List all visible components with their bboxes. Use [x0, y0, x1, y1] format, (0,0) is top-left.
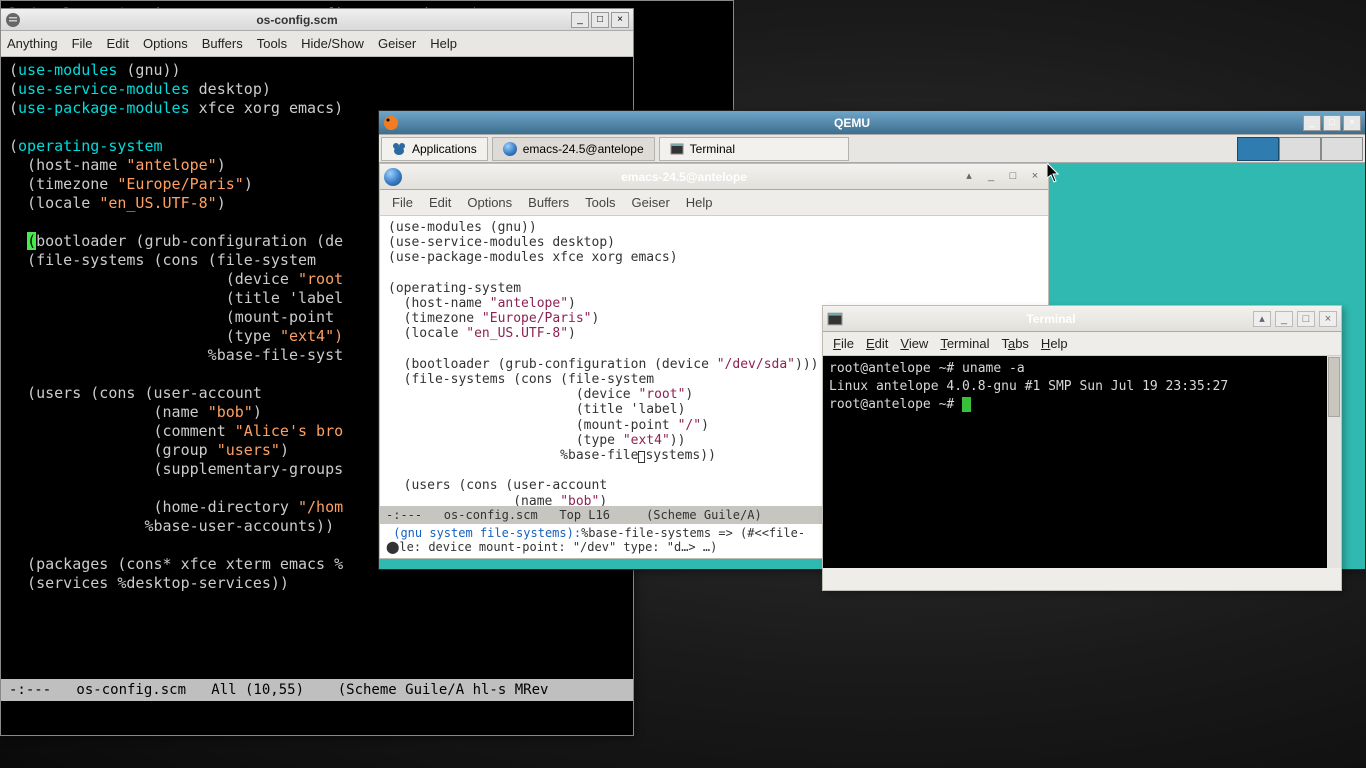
menu-help[interactable]: Help: [430, 36, 457, 51]
maximize-button[interactable]: □: [1297, 311, 1315, 327]
taskbar-item-emacs[interactable]: emacs-24.5@antelope: [492, 137, 655, 161]
menu-options[interactable]: Options: [143, 36, 188, 51]
terminal-scrollbar[interactable]: [1327, 356, 1341, 568]
menu-help[interactable]: Help: [686, 195, 713, 210]
maximize-button[interactable]: □: [1004, 169, 1022, 185]
menu-options[interactable]: Options: [467, 195, 512, 210]
qemu-titlebar[interactable]: QEMU _ □ ×: [379, 111, 1365, 135]
menu-file[interactable]: File: [392, 195, 413, 210]
close-button[interactable]: ×: [1343, 115, 1361, 131]
emacs-host-menubar: Anything File Edit Options Buffers Tools…: [1, 31, 633, 57]
minimize-button[interactable]: _: [571, 12, 589, 28]
menu-edit[interactable]: Edit: [107, 36, 129, 51]
qemu-title: QEMU: [403, 116, 1301, 130]
menu-hideshow[interactable]: Hide/Show: [301, 36, 364, 51]
menu-geiser[interactable]: Geiser: [378, 36, 416, 51]
maximize-button[interactable]: □: [1323, 115, 1341, 131]
applications-label: Applications: [412, 142, 477, 156]
emacs-host-titlebar[interactable]: os-config.scm _ □ ×: [1, 9, 633, 31]
menu-tabs[interactable]: Tabs: [1001, 336, 1028, 351]
menu-file[interactable]: File: [833, 336, 854, 351]
minimize-button[interactable]: _: [1303, 115, 1321, 131]
menu-file[interactable]: File: [72, 36, 93, 51]
qemu-desktop[interactable]: Applications emacs-24.5@antelope Termina…: [379, 135, 1365, 569]
terminal-vm-titlebar[interactable]: Terminal ▴ _ □ ×: [823, 306, 1341, 332]
emacs-host-modeline: -:--- os-config.scm All (10,55) (Scheme …: [1, 679, 633, 701]
menu-tools[interactable]: Tools: [585, 195, 615, 210]
emacs-host-minibuffer[interactable]: [1, 701, 633, 735]
terminal-icon: [827, 311, 843, 327]
globe-icon: [503, 142, 517, 156]
maximize-button[interactable]: □: [591, 12, 609, 28]
workspace-pager[interactable]: [1237, 137, 1363, 161]
menu-anything[interactable]: Anything: [7, 36, 58, 51]
qemu-app-icon: [383, 115, 399, 131]
terminal-icon: [670, 142, 684, 156]
menu-tools[interactable]: Tools: [257, 36, 287, 51]
workspace-1[interactable]: [1237, 137, 1279, 161]
taskbar-item-label: emacs-24.5@antelope: [523, 142, 644, 156]
xfce-panel: Applications emacs-24.5@antelope Termina…: [379, 135, 1365, 163]
roll-up-button[interactable]: ▴: [960, 169, 978, 185]
taskbar-item-terminal[interactable]: Terminal: [659, 137, 849, 161]
qemu-window: QEMU _ □ × Applications emacs-24.5@antel…: [378, 110, 1366, 570]
workspace-3[interactable]: [1321, 137, 1363, 161]
emacs-vm-titlebar[interactable]: emacs-24.5@antelope ▴ _ □ ×: [380, 164, 1048, 190]
emacs-host-cursor: (: [27, 232, 36, 250]
close-button[interactable]: ×: [1026, 169, 1044, 185]
window-menu-icon[interactable]: [5, 12, 21, 28]
xfce-mouse-icon: [392, 142, 406, 156]
globe-icon: [384, 168, 402, 186]
terminal-vm-window: Terminal ▴ _ □ × File Edit View Terminal…: [822, 305, 1342, 591]
menu-help[interactable]: Help: [1041, 336, 1068, 351]
applications-menu-button[interactable]: Applications: [381, 137, 488, 161]
menu-buffers[interactable]: Buffers: [202, 36, 243, 51]
emacs-host-title: os-config.scm: [25, 13, 569, 27]
menu-view[interactable]: View: [900, 336, 928, 351]
terminal-vm-cursor: [962, 397, 971, 412]
workspace-2[interactable]: [1279, 137, 1321, 161]
taskbar-item-label: Terminal: [690, 142, 735, 156]
menu-edit[interactable]: Edit: [429, 195, 451, 210]
menu-buffers[interactable]: Buffers: [528, 195, 569, 210]
emacs-vm-menubar: File Edit Options Buffers Tools Geiser H…: [380, 190, 1048, 216]
terminal-vm-title: Terminal: [849, 312, 1253, 326]
close-button[interactable]: ×: [1319, 311, 1337, 327]
terminal-vm-menubar: File Edit View Terminal Tabs Help: [823, 332, 1341, 356]
menu-geiser[interactable]: Geiser: [631, 195, 669, 210]
close-button[interactable]: ×: [611, 12, 629, 28]
menu-terminal[interactable]: Terminal: [940, 336, 989, 351]
terminal-vm-content[interactable]: root@antelope ~# uname -a Linux antelope…: [823, 356, 1341, 568]
menu-edit[interactable]: Edit: [866, 336, 888, 351]
roll-up-button[interactable]: ▴: [1253, 311, 1271, 327]
minimize-button[interactable]: _: [1275, 311, 1293, 327]
emacs-vm-title: emacs-24.5@antelope: [408, 170, 960, 184]
scrollbar-thumb[interactable]: [1328, 357, 1340, 417]
minimize-button[interactable]: _: [982, 169, 1000, 185]
